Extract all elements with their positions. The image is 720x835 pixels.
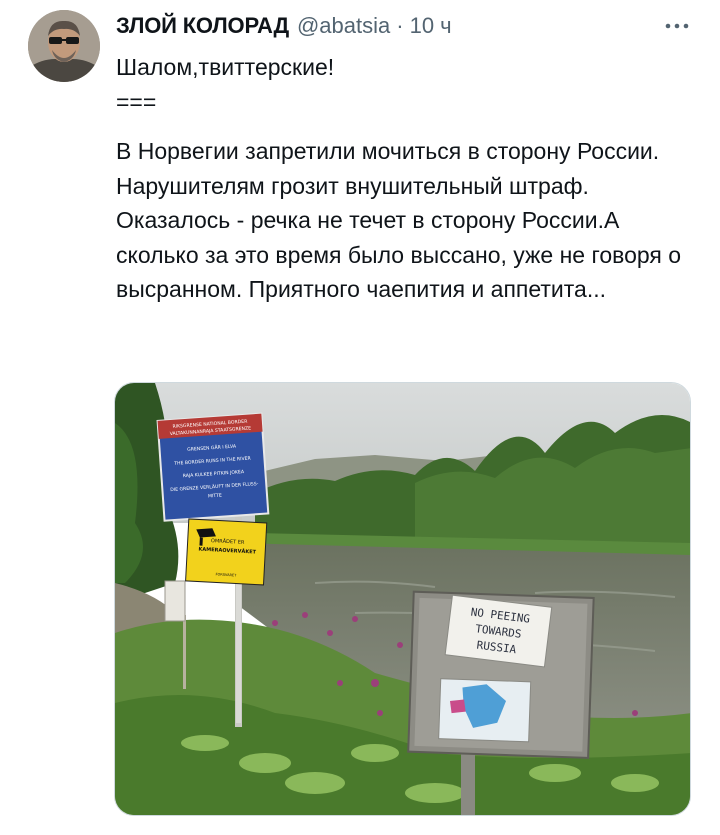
tweet-text-line: Нарушителям грозит внушительный штраф. О… xyxy=(116,172,682,303)
border-river-photo: RIKSGRENSE NATIONAL BORDER VALTAKUNNANRA… xyxy=(115,383,690,815)
tweet-photo[interactable]: RIKSGRENSE NATIONAL BORDER VALTAKUNNANRA… xyxy=(114,382,691,816)
blue-sign-line: MITTE xyxy=(208,493,222,500)
tweet-text: Шалом,твиттерские! === В Норвегии запрет… xyxy=(116,50,706,307)
more-horizontal-icon xyxy=(665,23,689,29)
more-options-button[interactable] xyxy=(660,12,694,40)
avatar[interactable] xyxy=(28,10,100,82)
tweet-text-line: === xyxy=(116,88,157,115)
tweet: ЗЛОЙ КОЛОРАД @abatsia · 10 ч Шалом,твитт… xyxy=(0,0,720,835)
avatar-image xyxy=(28,10,100,82)
separator: · xyxy=(396,13,404,38)
tweet-text-line: Шалом,твиттерские! xyxy=(116,54,335,80)
timestamp[interactable]: 10 ч xyxy=(410,13,452,39)
author-name[interactable]: ЗЛОЙ КОЛОРАД xyxy=(116,13,289,39)
tweet-header: ЗЛОЙ КОЛОРАД @abatsia · 10 ч xyxy=(116,10,452,42)
tweet-text-line: В Норвегии запретили мочиться в сторону … xyxy=(116,138,660,164)
author-handle[interactable]: @abatsia xyxy=(297,13,390,39)
